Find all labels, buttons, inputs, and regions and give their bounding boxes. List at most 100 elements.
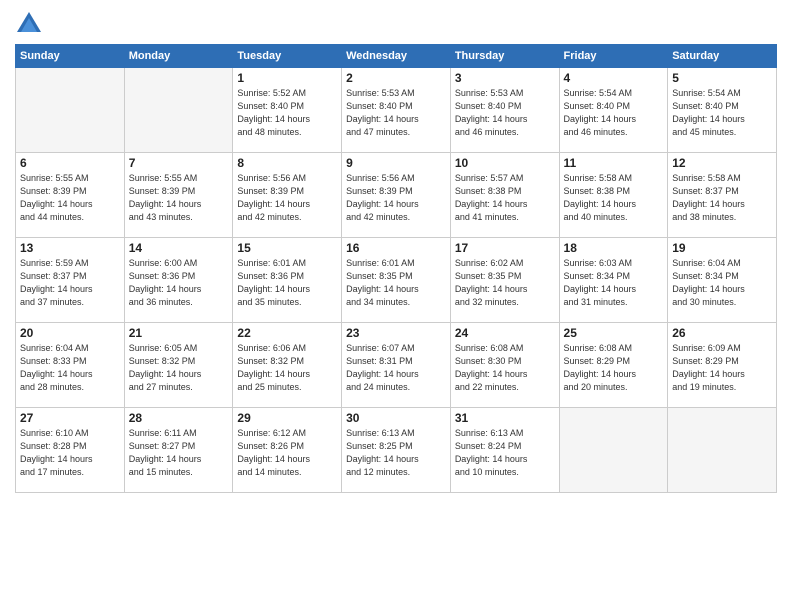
- day-info: Sunrise: 5:58 AMSunset: 8:37 PMDaylight:…: [672, 172, 772, 224]
- calendar-cell: 18 Sunrise: 6:03 AMSunset: 8:34 PMDayligh…: [559, 238, 668, 323]
- day-info: Sunrise: 5:56 AMSunset: 8:39 PMDaylight:…: [237, 172, 337, 224]
- calendar-cell: 2 Sunrise: 5:53 AMSunset: 8:40 PMDaylight…: [342, 68, 451, 153]
- day-number: 28: [129, 411, 229, 425]
- calendar-cell: 28 Sunrise: 6:11 AMSunset: 8:27 PMDayligh…: [124, 408, 233, 493]
- day-info: Sunrise: 6:10 AMSunset: 8:28 PMDaylight:…: [20, 427, 120, 479]
- calendar-cell: 25 Sunrise: 6:08 AMSunset: 8:29 PMDayligh…: [559, 323, 668, 408]
- calendar-cell: 14Sunrise: 6:00 AMSunset: 8:36 PMDayligh…: [124, 238, 233, 323]
- day-info: Sunrise: 5:59 AMSunset: 8:37 PMDaylight:…: [20, 257, 120, 309]
- day-number: 21: [129, 326, 229, 340]
- calendar-cell: 24 Sunrise: 6:08 AMSunset: 8:30 PMDayligh…: [450, 323, 559, 408]
- day-info: Sunrise: 5:58 AMSunset: 8:38 PMDaylight:…: [564, 172, 664, 224]
- calendar-cell: 17 Sunrise: 6:02 AMSunset: 8:35 PMDayligh…: [450, 238, 559, 323]
- day-info: Sunrise: 6:01 AMSunset: 8:35 PMDaylight:…: [346, 257, 446, 309]
- day-info: Sunrise: 6:13 AMSunset: 8:25 PMDaylight:…: [346, 427, 446, 479]
- calendar-table: SundayMondayTuesdayWednesdayThursdayFrid…: [15, 44, 777, 493]
- day-info: Sunrise: 5:52 AMSunset: 8:40 PMDaylight:…: [237, 87, 337, 139]
- calendar-cell: 30 Sunrise: 6:13 AMSunset: 8:25 PMDayligh…: [342, 408, 451, 493]
- day-info: Sunrise: 6:09 AMSunset: 8:29 PMDaylight:…: [672, 342, 772, 394]
- calendar-cell: 20 Sunrise: 6:04 AMSunset: 8:33 PMDayligh…: [16, 323, 125, 408]
- day-info: Sunrise: 6:12 AMSunset: 8:26 PMDaylight:…: [237, 427, 337, 479]
- calendar-week-4: 20 Sunrise: 6:04 AMSunset: 8:33 PMDayligh…: [16, 323, 777, 408]
- day-number: 20: [20, 326, 120, 340]
- day-number: 18: [564, 241, 664, 255]
- calendar-cell: 21Sunrise: 6:05 AMSunset: 8:32 PMDayligh…: [124, 323, 233, 408]
- calendar-header-row: SundayMondayTuesdayWednesdayThursdayFrid…: [16, 45, 777, 68]
- calendar-cell: 12 Sunrise: 5:58 AMSunset: 8:37 PMDayligh…: [668, 153, 777, 238]
- day-number: 7: [129, 156, 229, 170]
- day-number: 10: [455, 156, 555, 170]
- calendar-cell: 1Sunrise: 5:52 AMSunset: 8:40 PMDaylight…: [233, 68, 342, 153]
- logo-icon: [15, 10, 43, 38]
- calendar-cell: [124, 68, 233, 153]
- day-number: 25: [564, 326, 664, 340]
- calendar-cell: 5 Sunrise: 5:54 AMSunset: 8:40 PMDaylight…: [668, 68, 777, 153]
- day-info: Sunrise: 5:54 AMSunset: 8:40 PMDaylight:…: [564, 87, 664, 139]
- day-number: 9: [346, 156, 446, 170]
- day-info: Sunrise: 6:13 AMSunset: 8:24 PMDaylight:…: [455, 427, 555, 479]
- day-number: 13: [20, 241, 120, 255]
- day-info: Sunrise: 5:55 AMSunset: 8:39 PMDaylight:…: [20, 172, 120, 224]
- calendar-cell: 9 Sunrise: 5:56 AMSunset: 8:39 PMDaylight…: [342, 153, 451, 238]
- calendar-cell: 31Sunrise: 6:13 AMSunset: 8:24 PMDayligh…: [450, 408, 559, 493]
- day-number: 3: [455, 71, 555, 85]
- calendar-cell: 4Sunrise: 5:54 AMSunset: 8:40 PMDaylight…: [559, 68, 668, 153]
- calendar-cell: 8 Sunrise: 5:56 AMSunset: 8:39 PMDaylight…: [233, 153, 342, 238]
- day-info: Sunrise: 6:08 AMSunset: 8:29 PMDaylight:…: [564, 342, 664, 394]
- day-number: 26: [672, 326, 772, 340]
- day-header-tuesday: Tuesday: [233, 45, 342, 68]
- day-number: 2: [346, 71, 446, 85]
- calendar-cell: 16Sunrise: 6:01 AMSunset: 8:35 PMDayligh…: [342, 238, 451, 323]
- day-number: 11: [564, 156, 664, 170]
- calendar-week-5: 27 Sunrise: 6:10 AMSunset: 8:28 PMDayligh…: [16, 408, 777, 493]
- day-info: Sunrise: 6:04 AMSunset: 8:34 PMDaylight:…: [672, 257, 772, 309]
- day-header-monday: Monday: [124, 45, 233, 68]
- day-number: 30: [346, 411, 446, 425]
- main-container: SundayMondayTuesdayWednesdayThursdayFrid…: [0, 0, 792, 612]
- day-info: Sunrise: 6:07 AMSunset: 8:31 PMDaylight:…: [346, 342, 446, 394]
- day-header-wednesday: Wednesday: [342, 45, 451, 68]
- day-info: Sunrise: 5:55 AMSunset: 8:39 PMDaylight:…: [129, 172, 229, 224]
- calendar-cell: 19 Sunrise: 6:04 AMSunset: 8:34 PMDayligh…: [668, 238, 777, 323]
- day-info: Sunrise: 6:02 AMSunset: 8:35 PMDaylight:…: [455, 257, 555, 309]
- day-number: 17: [455, 241, 555, 255]
- calendar-week-3: 13 Sunrise: 5:59 AMSunset: 8:37 PMDayligh…: [16, 238, 777, 323]
- calendar-cell: [668, 408, 777, 493]
- calendar-cell: 15Sunrise: 6:01 AMSunset: 8:36 PMDayligh…: [233, 238, 342, 323]
- day-number: 8: [237, 156, 337, 170]
- calendar-cell: 23Sunrise: 6:07 AMSunset: 8:31 PMDayligh…: [342, 323, 451, 408]
- day-info: Sunrise: 5:53 AMSunset: 8:40 PMDaylight:…: [346, 87, 446, 139]
- day-number: 24: [455, 326, 555, 340]
- header: [15, 10, 777, 38]
- day-info: Sunrise: 5:54 AMSunset: 8:40 PMDaylight:…: [672, 87, 772, 139]
- day-info: Sunrise: 6:03 AMSunset: 8:34 PMDaylight:…: [564, 257, 664, 309]
- day-info: Sunrise: 5:56 AMSunset: 8:39 PMDaylight:…: [346, 172, 446, 224]
- day-number: 15: [237, 241, 337, 255]
- calendar-week-1: 1Sunrise: 5:52 AMSunset: 8:40 PMDaylight…: [16, 68, 777, 153]
- day-info: Sunrise: 6:11 AMSunset: 8:27 PMDaylight:…: [129, 427, 229, 479]
- day-number: 19: [672, 241, 772, 255]
- calendar-cell: [559, 408, 668, 493]
- calendar-cell: 29 Sunrise: 6:12 AMSunset: 8:26 PMDayligh…: [233, 408, 342, 493]
- day-header-thursday: Thursday: [450, 45, 559, 68]
- day-header-friday: Friday: [559, 45, 668, 68]
- day-info: Sunrise: 6:06 AMSunset: 8:32 PMDaylight:…: [237, 342, 337, 394]
- day-number: 29: [237, 411, 337, 425]
- day-number: 14: [129, 241, 229, 255]
- calendar-cell: [16, 68, 125, 153]
- calendar-cell: 7 Sunrise: 5:55 AMSunset: 8:39 PMDaylight…: [124, 153, 233, 238]
- day-header-saturday: Saturday: [668, 45, 777, 68]
- day-number: 22: [237, 326, 337, 340]
- calendar-cell: 6Sunrise: 5:55 AMSunset: 8:39 PMDaylight…: [16, 153, 125, 238]
- day-info: Sunrise: 6:08 AMSunset: 8:30 PMDaylight:…: [455, 342, 555, 394]
- logo: [15, 10, 47, 38]
- day-info: Sunrise: 6:04 AMSunset: 8:33 PMDaylight:…: [20, 342, 120, 394]
- calendar-cell: 26 Sunrise: 6:09 AMSunset: 8:29 PMDayligh…: [668, 323, 777, 408]
- day-info: Sunrise: 5:57 AMSunset: 8:38 PMDaylight:…: [455, 172, 555, 224]
- calendar-cell: 27 Sunrise: 6:10 AMSunset: 8:28 PMDayligh…: [16, 408, 125, 493]
- day-info: Sunrise: 5:53 AMSunset: 8:40 PMDaylight:…: [455, 87, 555, 139]
- day-number: 12: [672, 156, 772, 170]
- calendar-week-2: 6Sunrise: 5:55 AMSunset: 8:39 PMDaylight…: [16, 153, 777, 238]
- day-number: 27: [20, 411, 120, 425]
- day-number: 5: [672, 71, 772, 85]
